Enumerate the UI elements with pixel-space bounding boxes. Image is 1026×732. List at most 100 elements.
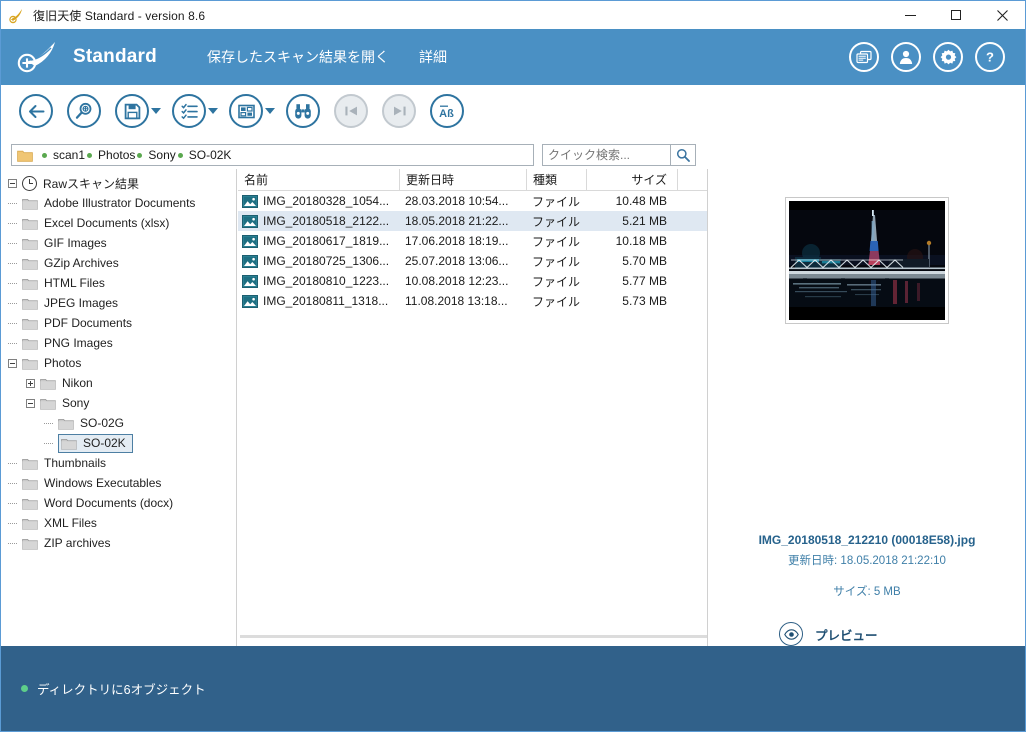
tree-guide-icon	[43, 418, 54, 429]
cell-type: ファイル	[532, 274, 581, 289]
preview-action[interactable]: プレビュー	[779, 622, 878, 646]
tree-node-label: Sony	[62, 396, 90, 410]
tree-node-label: Thumbnails	[44, 456, 107, 470]
list-view-dropdown-caret[interactable]	[208, 108, 218, 114]
search-input[interactable]	[542, 144, 670, 166]
scan-button[interactable]	[67, 94, 101, 128]
file-name-label: IMG_20180518_2122...	[263, 214, 390, 228]
table-row[interactable]: IMG_20180725_1306... 25.07.2018 13:06... フ…	[238, 251, 707, 271]
tree-guide-icon	[7, 318, 18, 329]
search-icon[interactable]	[670, 144, 696, 166]
tree-node-html-files[interactable]: HTML Files	[1, 273, 236, 293]
tree-node-gzip-archives[interactable]: GZip Archives	[1, 253, 236, 273]
tree-node-gif-images[interactable]: GIF Images	[1, 233, 236, 253]
breadcrumb-item-3[interactable]: SO-02K	[176, 148, 231, 162]
tree-guide-icon	[7, 258, 18, 269]
expander-icon[interactable]	[25, 398, 36, 409]
text-encoding-icon[interactable]: Aß	[430, 94, 464, 128]
table-row[interactable]: IMG_20180518_2122... 18.05.2018 21:22... フ…	[238, 211, 707, 231]
tree-node-label: XML Files	[44, 516, 97, 530]
user-icon[interactable]	[891, 42, 921, 72]
cell-size: 10.18 MB	[615, 234, 667, 248]
save-dropdown-caret[interactable]	[151, 108, 161, 114]
column-header-size[interactable]: サイズ	[586, 169, 677, 191]
svg-text:Aß: Aß	[439, 108, 454, 119]
thumbnail-frame	[785, 197, 949, 324]
file-name-label: IMG_20180328_1054...	[263, 194, 390, 208]
horizontal-scrollbar[interactable]	[240, 635, 707, 638]
tree-node-label: GIF Images	[44, 236, 107, 250]
table-row[interactable]: IMG_20180617_1819... 17.06.2018 18:19... フ…	[238, 231, 707, 251]
tree-node-zip-archives[interactable]: ZIP archives	[1, 533, 236, 553]
folder-icon	[22, 517, 38, 530]
column-header-date[interactable]: 更新日時	[399, 169, 526, 191]
file-name-label: IMG_20180617_1819...	[263, 234, 390, 248]
table-row[interactable]: IMG_20180810_1223... 10.08.2018 12:23... フ…	[238, 271, 707, 291]
expander-icon[interactable]	[7, 178, 18, 189]
tree-guide-icon	[7, 298, 18, 309]
breadcrumb-item-0[interactable]: scan1	[40, 148, 85, 162]
expander-icon[interactable]	[25, 378, 36, 389]
tree-node-excel-documents-xlsx[interactable]: Excel Documents (xlsx)	[1, 213, 236, 233]
back-button[interactable]	[19, 94, 53, 128]
file-name-label: IMG_20180810_1223...	[263, 274, 390, 288]
file-list[interactable]: 名前 更新日時 種類 サイズ IMG_20180328_1054... 28.03…	[238, 169, 708, 646]
cell-type: ファイル	[532, 234, 581, 249]
minimize-button[interactable]	[887, 1, 933, 29]
list-view-button[interactable]	[172, 94, 206, 128]
tree-node-so-02g[interactable]: SO-02G	[1, 413, 236, 433]
tree-node-label: GZip Archives	[44, 256, 119, 270]
tree-node-thumbnails[interactable]: Thumbnails	[1, 453, 236, 473]
table-row[interactable]: IMG_20180328_1054... 28.03.2018 10:54... フ…	[238, 191, 707, 211]
tree-node-photos[interactable]: Photos	[1, 353, 236, 373]
tree-guide-icon	[7, 218, 18, 229]
next-button[interactable]	[382, 94, 416, 128]
tree-node-windows-executables[interactable]: Windows Executables	[1, 473, 236, 493]
cell-type: ファイル	[532, 194, 581, 209]
folder-icon	[22, 337, 38, 350]
maximize-button[interactable]	[933, 1, 979, 29]
tree-node-root[interactable]: Rawスキャン結果	[1, 173, 236, 193]
tree-node-nikon[interactable]: Nikon	[1, 373, 236, 393]
tree-node-jpeg-images[interactable]: JPEG Images	[1, 293, 236, 313]
breadcrumb-item-1[interactable]: Photos	[85, 148, 135, 162]
column-header-name[interactable]: 名前	[238, 169, 399, 191]
menu-details[interactable]: 詳細	[419, 47, 447, 67]
save-button[interactable]	[115, 94, 149, 128]
menu-open-saved-scan[interactable]: 保存したスキャン結果を開く	[207, 47, 389, 67]
folder-icon	[58, 417, 74, 430]
tree-node-label: SO-02G	[80, 416, 125, 430]
cell-size: 5.21 MB	[622, 214, 667, 228]
tree-node-pdf-documents[interactable]: PDF Documents	[1, 313, 236, 333]
tree-node-adobe-illustrator-documents[interactable]: Adobe Illustrator Documents	[1, 193, 236, 213]
windows-icon[interactable]	[849, 42, 879, 72]
folder-tree[interactable]: Rawスキャン結果 Adobe Illustrator Documents Exc…	[1, 169, 237, 646]
find-button[interactable]	[286, 94, 320, 128]
thumbnail-image[interactable]	[789, 201, 945, 320]
breadcrumb-label: Sony	[148, 148, 176, 162]
image-file-icon	[242, 274, 258, 288]
thumbnail-view-button[interactable]	[229, 94, 263, 128]
cell-size: 10.48 MB	[615, 194, 667, 208]
breadcrumb-item-2[interactable]: Sony	[135, 148, 176, 162]
thumbnail-view-dropdown-caret[interactable]	[265, 108, 275, 114]
image-file-icon	[242, 294, 258, 308]
tree-guide-icon	[7, 498, 18, 509]
tree-node-png-images[interactable]: PNG Images	[1, 333, 236, 353]
expander-icon[interactable]	[7, 358, 18, 369]
gear-icon[interactable]	[933, 42, 963, 72]
tree-node-sony[interactable]: Sony	[1, 393, 236, 413]
help-icon[interactable]: ?	[975, 42, 1005, 72]
close-button[interactable]	[979, 1, 1025, 29]
column-header-type[interactable]: 種類	[526, 169, 586, 191]
tree-node-so-02k[interactable]: SO-02K	[1, 433, 236, 453]
breadcrumb-label: scan1	[53, 148, 86, 162]
table-row[interactable]: IMG_20180811_1318... 11.08.2018 13:18... フ…	[238, 291, 707, 311]
prev-button[interactable]	[334, 94, 368, 128]
tree-node-word-documents-docx[interactable]: Word Documents (docx)	[1, 493, 236, 513]
preview-filename: IMG_20180518_212210 (00018E58).jpg	[758, 533, 976, 547]
tree-node-xml-files[interactable]: XML Files	[1, 513, 236, 533]
tree-node-label: PDF Documents	[44, 316, 133, 330]
breadcrumb[interactable]: scan1 Photos Sony SO-02K	[11, 144, 534, 166]
cell-date: 18.05.2018 21:22...	[405, 214, 509, 228]
